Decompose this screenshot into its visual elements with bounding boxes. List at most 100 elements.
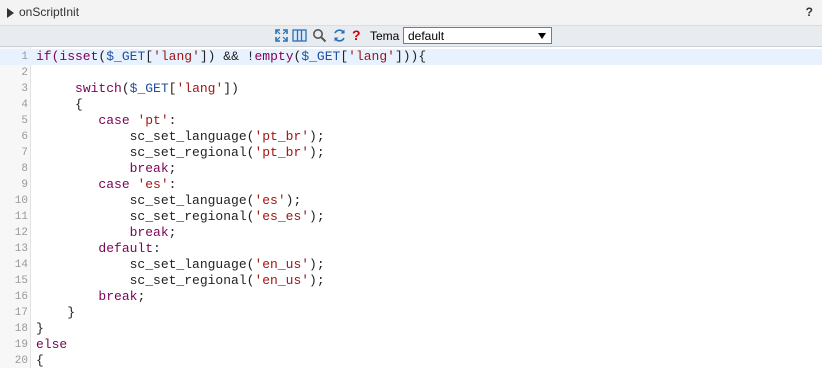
refresh-icon[interactable] <box>332 28 347 43</box>
line-number: 18 <box>14 323 28 335</box>
line-number: 4 <box>21 99 28 111</box>
line-number: 8 <box>21 163 28 175</box>
code-text: break; <box>36 225 177 241</box>
code-token: ; <box>168 161 177 176</box>
panel-title: onScriptInit <box>19 5 80 19</box>
code-token: 'en_us' <box>254 273 310 288</box>
code-token: ; <box>137 289 146 304</box>
code-line[interactable]: 2 <box>0 65 822 81</box>
chevron-down-icon <box>538 33 546 39</box>
tema-select[interactable]: default <box>403 27 552 44</box>
code-token: : <box>168 113 177 128</box>
help-icon[interactable]: ? <box>352 27 367 43</box>
line-number: 16 <box>14 291 28 303</box>
columns-icon[interactable] <box>292 28 307 43</box>
line-number: 17 <box>14 307 28 319</box>
code-line[interactable]: 11 sc_set_regional('es_es'); <box>0 209 822 225</box>
code-token: } <box>36 305 76 320</box>
code-line[interactable]: 9 case 'es': <box>0 177 822 193</box>
line-number: 12 <box>14 227 28 239</box>
code-token: sc_set_language( <box>36 129 255 144</box>
line-number: 19 <box>14 339 28 351</box>
line-number: 5 <box>21 115 28 127</box>
code-line[interactable]: 15 sc_set_regional('en_us'); <box>0 273 822 289</box>
code-text: sc_set_language('es'); <box>36 193 302 209</box>
fullscreen-icon[interactable] <box>274 28 289 43</box>
code-token: { <box>36 353 44 368</box>
code-token: 'lang' <box>176 81 224 96</box>
line-number: 11 <box>14 211 28 223</box>
code-text: switch($_GET['lang']) <box>36 81 239 97</box>
code-text: sc_set_language('en_us'); <box>36 257 325 273</box>
code-token: ]) <box>223 81 239 96</box>
code-line[interactable]: 12 break; <box>0 225 822 241</box>
editor-toolbar: ? Tema default <box>0 26 822 47</box>
code-token: ); <box>309 145 325 160</box>
code-line[interactable]: 17 } <box>0 305 822 321</box>
code-line[interactable]: 18} <box>0 321 822 337</box>
code-token: 'pt_br' <box>254 145 310 160</box>
code-text: sc_set_regional('pt_br'); <box>36 145 325 161</box>
code-text: if(isset($_GET['lang']) && !empty($_GET[… <box>36 49 426 65</box>
code-token: case <box>98 177 130 192</box>
code-token: [ <box>340 49 349 64</box>
search-icon[interactable] <box>312 28 327 43</box>
line-number: 15 <box>14 275 28 287</box>
code-line[interactable]: 10 sc_set_language('es'); <box>0 193 822 209</box>
code-text: sc_set_language('pt_br'); <box>36 129 325 145</box>
line-number: 6 <box>21 131 28 143</box>
code-token: ( <box>121 81 130 96</box>
code-line[interactable]: 19 else <box>0 337 822 353</box>
code-line[interactable]: 20 { <box>0 353 822 368</box>
tema-selected-value: default <box>408 29 445 43</box>
code-token: 'pt_br' <box>254 129 310 144</box>
code-line[interactable]: 4 { <box>0 97 822 113</box>
code-text: else <box>36 337 67 353</box>
code-token: ]) && ! <box>199 49 255 64</box>
code-text: { <box>36 97 83 113</box>
code-token: 'es' <box>254 193 286 208</box>
code-line[interactable]: 6 sc_set_language('pt_br'); <box>0 129 822 145</box>
code-token: $_GET <box>301 49 341 64</box>
code-token: $_GET <box>129 81 169 96</box>
code-token: default <box>98 241 154 256</box>
code-token: 'pt' <box>137 113 169 128</box>
code-text: break; <box>36 289 145 305</box>
code-line[interactable]: 3 switch($_GET['lang']) <box>0 81 822 97</box>
code-text: } <box>36 305 75 321</box>
code-line[interactable]: 5 case 'pt': <box>0 113 822 129</box>
code-line[interactable]: 8 break; <box>0 161 822 177</box>
code-text: case 'es': <box>36 177 176 193</box>
help-button[interactable]: ? <box>806 5 813 19</box>
code-token: case <box>98 113 130 128</box>
code-token: else <box>36 337 68 352</box>
code-token: sc_set_language( <box>36 193 255 208</box>
code-line[interactable]: 7 sc_set_regional('pt_br'); <box>0 145 822 161</box>
code-token: 'es_es' <box>254 209 310 224</box>
code-line[interactable]: 13 default: <box>0 241 822 257</box>
code-editor[interactable]: 1 if(isset($_GET['lang']) && !empty($_GET… <box>0 47 822 368</box>
code-token: sc_set_regional( <box>36 273 255 288</box>
code-token: : <box>168 177 177 192</box>
line-number: 10 <box>14 195 28 207</box>
line-number: 9 <box>21 179 28 191</box>
expand-arrow-icon[interactable] <box>7 8 14 18</box>
code-line[interactable]: 16 break; <box>0 289 822 305</box>
code-token: { <box>36 97 83 112</box>
panel-header[interactable]: onScriptInit ? <box>0 0 822 26</box>
code-line[interactable]: 14 sc_set_language('en_us'); <box>0 257 822 273</box>
code-text: sc_set_regional('en_us'); <box>36 273 325 289</box>
code-token: [ <box>145 49 154 64</box>
code-token: sc_set_regional( <box>36 209 255 224</box>
code-text: } <box>36 321 44 337</box>
code-line[interactable]: 1 if(isset($_GET['lang']) && !empty($_GET… <box>0 49 822 65</box>
code-text: { <box>36 353 44 368</box>
code-token: break <box>129 161 169 176</box>
code-token: ); <box>285 193 302 208</box>
